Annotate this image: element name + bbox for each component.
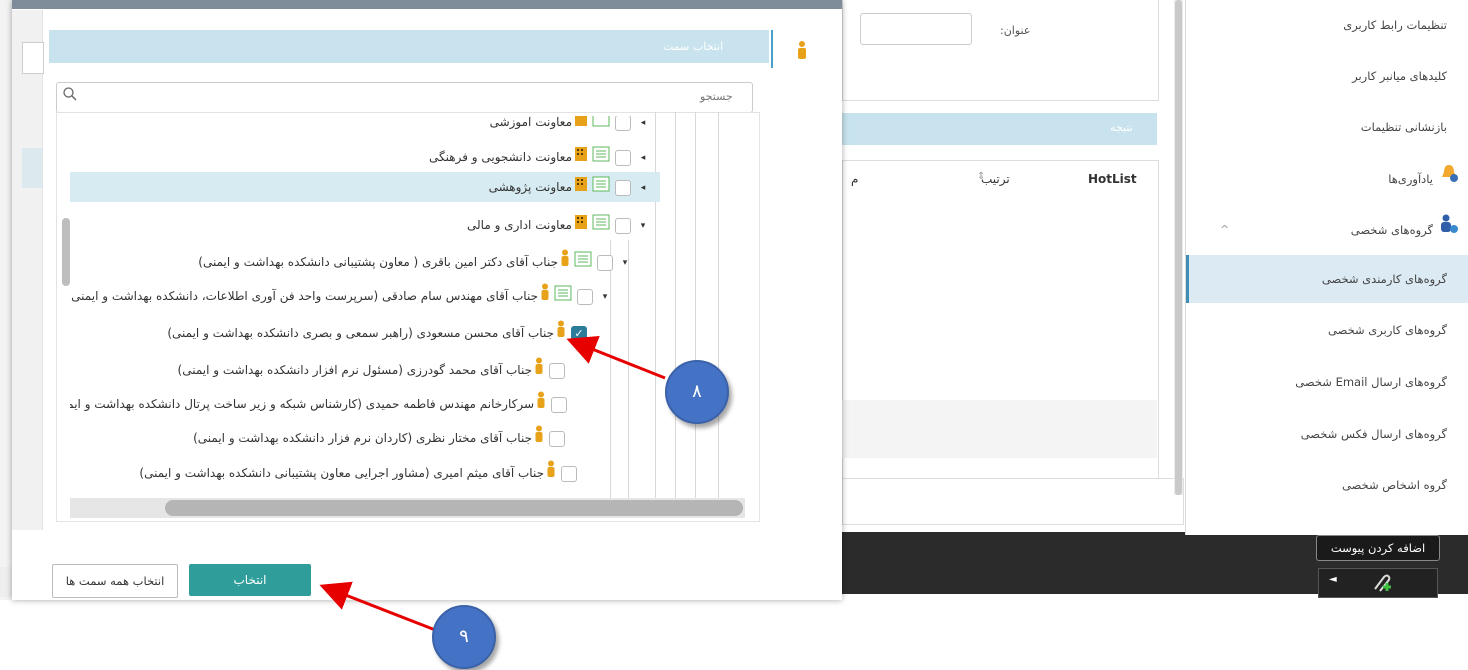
arrow-to-checkbox xyxy=(566,335,666,380)
annotation-arrows xyxy=(319,335,666,635)
step-8-badge: ۸ xyxy=(665,360,729,424)
step-9-badge: ۹ xyxy=(432,605,496,669)
arrow-to-select-button xyxy=(319,581,444,635)
